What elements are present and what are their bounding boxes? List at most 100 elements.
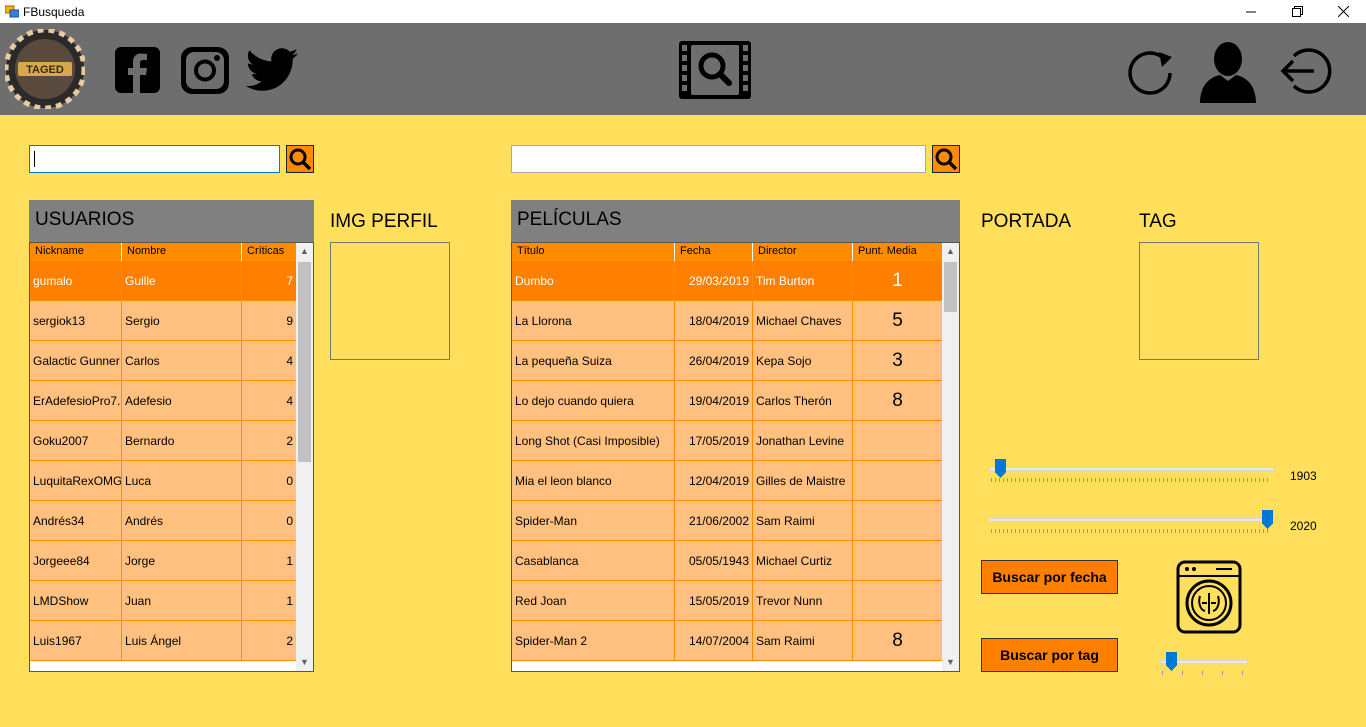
- tag-slider[interactable]: [1160, 652, 1250, 682]
- tag-image-box: [1139, 242, 1259, 360]
- table-cell: [853, 421, 943, 460]
- table-row[interactable]: gumalo Guille 7: [30, 261, 297, 301]
- year-min-slider[interactable]: [989, 459, 1274, 489]
- slider-thumb[interactable]: [1166, 652, 1177, 671]
- table-cell: Casablanca: [512, 541, 675, 580]
- table-cell: LuquitaRexOMG: [30, 461, 122, 500]
- logout-icon[interactable]: [1280, 46, 1332, 96]
- search-by-tag-button[interactable]: Buscar por tag: [981, 638, 1118, 672]
- cover-label: PORTADA: [981, 211, 1072, 232]
- table-row[interactable]: Long Shot (Casi Imposible) 17/05/2019 Jona…: [512, 421, 943, 461]
- table-cell: Tim Burton: [753, 261, 853, 300]
- table-cell: 4: [242, 381, 297, 420]
- table-row[interactable]: La Llorona 18/04/2019 Michael Chaves 5: [512, 301, 943, 341]
- table-row[interactable]: LMDShow Juan 1: [30, 581, 297, 621]
- table-cell: Sergio: [122, 301, 242, 340]
- table-row[interactable]: Red Joan 15/05/2019 Trevor Nunn: [512, 581, 943, 621]
- movies-grid-scrollbar[interactable]: ▲ ▼: [942, 243, 959, 671]
- table-row[interactable]: Luis1967 Luis Ángel 2: [30, 621, 297, 661]
- column-header-nickname[interactable]: Nickname: [30, 243, 122, 261]
- year-max-slider[interactable]: [989, 510, 1274, 540]
- users-search-button[interactable]: [286, 145, 314, 173]
- scroll-up-arrow-icon[interactable]: ▲: [942, 243, 959, 260]
- table-cell: Trevor Nunn: [753, 581, 853, 620]
- user-profile-icon[interactable]: [1200, 41, 1256, 103]
- close-button[interactable]: [1320, 0, 1366, 23]
- table-cell: gumalo: [30, 261, 122, 300]
- table-cell: Michael Chaves: [753, 301, 853, 340]
- table-cell: Luis Ángel: [122, 621, 242, 660]
- table-cell: [853, 581, 943, 620]
- movies-panel-title: PELÍCULAS: [511, 200, 960, 242]
- slider-ticks: [991, 529, 1271, 533]
- slider-track: [989, 467, 1274, 471]
- slider-thumb[interactable]: [1262, 510, 1273, 529]
- column-header-director[interactable]: Director: [753, 243, 853, 261]
- minimize-button[interactable]: [1228, 0, 1274, 23]
- table-row[interactable]: Andrés34 Andrés 0: [30, 501, 297, 541]
- table-cell: 1: [242, 541, 297, 580]
- column-header-fecha[interactable]: Fecha: [675, 243, 753, 261]
- table-row[interactable]: Goku2007 Bernardo 2: [30, 421, 297, 461]
- users-search-input[interactable]: [29, 145, 280, 173]
- table-row[interactable]: LuquitaRexOMG Luca 0: [30, 461, 297, 501]
- table-cell: Luca: [122, 461, 242, 500]
- movies-grid-header: Título Fecha Director Punt. Media: [512, 243, 943, 261]
- table-row[interactable]: sergiok13 Sergio 9: [30, 301, 297, 341]
- movie-search-icon[interactable]: [679, 41, 751, 99]
- table-row[interactable]: Lo dejo cuando quiera 19/04/2019 Carlos Th…: [512, 381, 943, 421]
- search-by-date-button[interactable]: Buscar por fecha: [981, 560, 1118, 594]
- table-row[interactable]: Spider-Man 2 14/07/2004 Sam Raimi 8: [512, 621, 943, 661]
- slider-ticks: [991, 478, 1271, 482]
- scroll-down-arrow-icon[interactable]: ▼: [942, 654, 959, 671]
- table-cell: 3: [853, 341, 943, 380]
- users-grid-scrollbar[interactable]: ▲ ▼: [296, 243, 313, 671]
- table-cell: Dumbo: [512, 261, 675, 300]
- column-header-titulo[interactable]: Título: [512, 243, 675, 261]
- table-cell: ErAdefesioPro7...: [30, 381, 122, 420]
- table-cell: 19/04/2019: [675, 381, 753, 420]
- scrollbar-thumb[interactable]: [944, 262, 957, 312]
- table-cell: Spider-Man 2: [512, 621, 675, 660]
- minimize-icon: [1246, 11, 1256, 12]
- users-grid[interactable]: Nickname Nombre Críticas gumalo Guille 7 se…: [29, 242, 314, 672]
- table-row[interactable]: Spider-Man 21/06/2002 Sam Raimi: [512, 501, 943, 541]
- slider-ticks: [1162, 671, 1248, 675]
- scroll-down-arrow-icon[interactable]: ▼: [296, 654, 313, 671]
- column-header-criticas[interactable]: Críticas: [242, 243, 297, 261]
- table-row[interactable]: Galactic Gunner Carlos 4: [30, 341, 297, 381]
- instagram-icon[interactable]: [181, 47, 229, 94]
- table-cell: Guille: [122, 261, 242, 300]
- table-cell: 29/03/2019: [675, 261, 753, 300]
- slider-thumb[interactable]: [995, 459, 1006, 478]
- movies-search-input[interactable]: [511, 145, 926, 173]
- twitter-icon[interactable]: [246, 48, 298, 93]
- movies-search-button[interactable]: [932, 145, 960, 173]
- table-cell: 2: [242, 621, 297, 660]
- year-min-value: 1903: [1290, 469, 1317, 483]
- table-cell: [853, 461, 943, 500]
- year-max-value: 2020: [1290, 519, 1317, 533]
- movies-grid[interactable]: Título Fecha Director Punt. Media Dumbo 2…: [511, 242, 960, 672]
- table-row[interactable]: ErAdefesioPro7... Adefesio 4: [30, 381, 297, 421]
- app-icon: [5, 5, 19, 18]
- search-icon: [935, 148, 958, 171]
- table-row[interactable]: Casablanca 05/05/1943 Michael Curtiz: [512, 541, 943, 581]
- taged-logo[interactable]: TAGED: [5, 29, 85, 109]
- refresh-icon[interactable]: [1126, 47, 1174, 95]
- table-cell: Red Joan: [512, 581, 675, 620]
- table-row[interactable]: Jorgeee84 Jorge 1: [30, 541, 297, 581]
- scrollbar-thumb[interactable]: [298, 262, 311, 462]
- table-row[interactable]: Dumbo 29/03/2019 Tim Burton 1: [512, 261, 943, 301]
- restore-button[interactable]: [1274, 0, 1320, 23]
- movies-grid-rows: Dumbo 29/03/2019 Tim Burton 1 La Llorona 18/0…: [512, 261, 943, 661]
- table-cell: 5: [853, 301, 943, 340]
- table-row[interactable]: Mia el leon blanco 12/04/2019 Gilles de Ma…: [512, 461, 943, 501]
- table-row[interactable]: La pequeña Suiza 26/04/2019 Kepa Sojo 3: [512, 341, 943, 381]
- scroll-up-arrow-icon[interactable]: ▲: [296, 243, 313, 260]
- table-cell: Jonathan Levine: [753, 421, 853, 460]
- column-header-nombre[interactable]: Nombre: [122, 243, 242, 261]
- tag-label: TAG: [1139, 211, 1177, 232]
- facebook-icon[interactable]: [115, 47, 160, 93]
- column-header-punt-media[interactable]: Punt. Media: [853, 243, 943, 261]
